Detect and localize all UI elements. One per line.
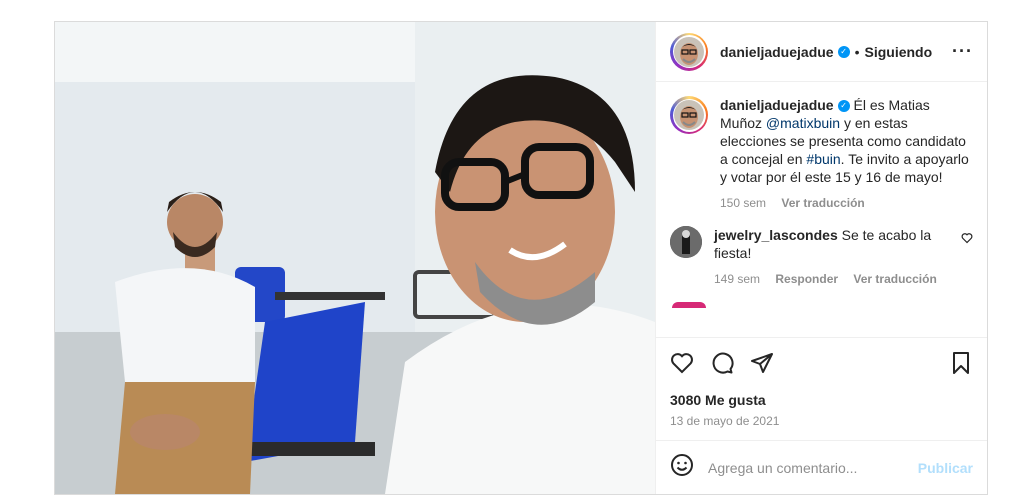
story-ring[interactable] <box>670 32 708 71</box>
share-icon[interactable] <box>750 351 774 380</box>
likes-count[interactable]: 3080 Me gusta <box>670 392 973 408</box>
add-comment-bar: Agrega un comentario... Publicar <box>656 440 987 494</box>
post-sidebar: danieljaduejadue ✓ • Siguiendo ··· danie… <box>655 22 987 494</box>
heart-icon[interactable] <box>670 351 694 380</box>
post-header: danieljaduejadue ✓ • Siguiendo ··· <box>656 22 987 82</box>
comment-username[interactable]: jewelry_lascondes <box>714 227 838 243</box>
mention-link[interactable]: @matixbuin <box>766 115 840 131</box>
comment-like-heart-icon[interactable] <box>961 232 973 288</box>
caption-row: danieljaduejadue ✓ Él es Matias Muñoz @ma… <box>670 96 973 212</box>
comment-input[interactable]: Agrega un comentario... <box>708 460 918 476</box>
comment-time[interactable]: 149 sem <box>714 272 760 286</box>
avatar <box>674 36 704 67</box>
follow-status-button[interactable]: Siguiendo <box>865 44 933 60</box>
comment-avatar[interactable] <box>670 226 702 258</box>
comments-list[interactable]: danieljaduejadue ✓ Él es Matias Muñoz @ma… <box>656 82 987 337</box>
caption-meta: 150 sem Ver traducción <box>720 194 973 212</box>
reply-button[interactable]: Responder <box>775 272 838 286</box>
action-bar: 3080 Me gusta 13 de mayo de 2021 <box>656 337 987 428</box>
photo-illustration <box>55 22 655 494</box>
emoji-icon[interactable] <box>670 453 694 482</box>
publish-button[interactable]: Publicar <box>918 460 973 476</box>
post-photo[interactable] <box>55 22 655 494</box>
caption-time[interactable]: 150 sem <box>720 196 766 210</box>
separator-dot: • <box>854 43 860 60</box>
caption-translate-button[interactable]: Ver traducción <box>781 196 864 210</box>
caption-story-ring[interactable] <box>670 96 708 134</box>
caption-username[interactable]: danieljaduejadue <box>720 97 834 113</box>
comment-meta: 149 sem Responder Ver traducción <box>714 270 953 288</box>
comment-translate-button[interactable]: Ver traducción <box>853 272 936 286</box>
instagram-post: danieljaduejadue ✓ • Siguiendo ··· danie… <box>54 21 988 495</box>
bookmark-icon[interactable] <box>949 351 973 380</box>
comment-body: jewelry_lascondes Se te acabo la fiesta!… <box>714 226 953 288</box>
caption-verified-badge-icon: ✓ <box>837 100 850 113</box>
caption-body: danieljaduejadue ✓ Él es Matias Muñoz @ma… <box>720 96 973 212</box>
comment-row: jewelry_lascondes Se te acabo la fiesta!… <box>670 226 973 288</box>
caption-avatar <box>674 100 704 130</box>
more-options-icon[interactable]: ··· <box>952 41 973 62</box>
next-comment-avatar-partial <box>672 302 706 308</box>
hashtag-link[interactable]: #buin <box>806 151 840 167</box>
verified-badge-icon: ✓ <box>837 45 850 58</box>
comment-icon[interactable] <box>710 351 734 380</box>
header-username[interactable]: danieljaduejadue <box>720 44 834 60</box>
post-date[interactable]: 13 de mayo de 2021 <box>670 414 973 428</box>
